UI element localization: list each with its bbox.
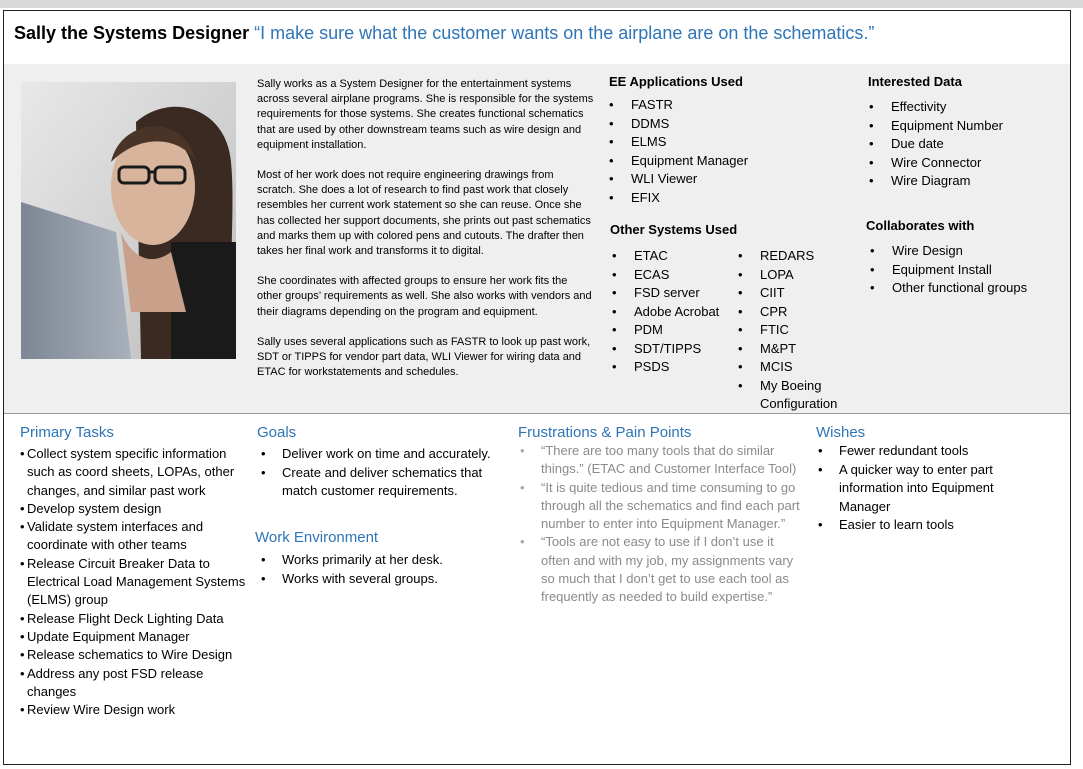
list-item: “It is quite tedious and time consuming … (518, 479, 803, 534)
list-item: REDARS (737, 247, 837, 266)
bio-paragraph: She coordinates with affected groups to … (257, 275, 592, 318)
primary-tasks-list: Collect system specific information such… (20, 445, 248, 720)
persona-title: Sally the Systems Designer “I make sure … (14, 22, 874, 44)
list-item: FSD server (611, 284, 719, 303)
persona-name: Sally the Systems Designer (14, 23, 250, 43)
top-strip (0, 0, 1083, 8)
list-item: Equipment Number (868, 117, 1003, 136)
persona-bio: Sally works as a System Designer for the… (257, 77, 595, 395)
list-item: A quicker way to enter part information … (814, 461, 1029, 517)
list-item: FTIC (737, 321, 837, 340)
other-systems-heading: Other Systems Used (610, 222, 738, 237)
bio-paragraph: Sally works as a System Designer for the… (257, 78, 594, 151)
list-item: “There are too many tools that do simila… (518, 442, 803, 479)
bio-paragraph: Most of her work does not require engine… (257, 169, 591, 258)
list-item: ELMS (608, 133, 748, 152)
list-item: CPR (737, 303, 837, 322)
list-item: EFIX (608, 189, 748, 208)
list-item: PDM (611, 321, 719, 340)
list-item: Collect system specific information such… (20, 445, 248, 500)
list-item-continued: Configuration (760, 396, 838, 411)
ee-apps-heading: EE Applications Used (609, 74, 743, 89)
list-item: CIIT (737, 284, 837, 303)
list-item: Deliver work on time and accurately. (257, 445, 507, 464)
list-item: Review Wire Design work (20, 701, 248, 720)
list-item: Works with several groups. (257, 570, 507, 589)
frustrations-list: “There are too many tools that do simila… (518, 442, 803, 607)
other-systems-list-col1: ETAC ECAS FSD server Adobe Acrobat PDM S… (611, 247, 719, 377)
list-item: Validate system interfaces and coordinat… (20, 518, 248, 555)
list-item: Release Flight Deck Lighting Data (20, 610, 248, 629)
interested-data-heading: Interested Data (868, 74, 962, 89)
list-item: DDMS (608, 115, 748, 134)
bio-paragraph: Sally uses several applications such as … (257, 335, 591, 379)
list-item: SDT/TIPPS (611, 340, 719, 359)
list-item: Other functional groups (869, 279, 1027, 298)
frustrations-heading: Frustrations & Pain Points (518, 424, 692, 441)
list-item: Adobe Acrobat (611, 303, 719, 322)
list-item: Wire Design (869, 242, 1027, 261)
list-item: PSDS (611, 358, 719, 377)
list-item: Wire Diagram (868, 172, 1003, 191)
list-item: Wire Connector (868, 154, 1003, 173)
goals-heading: Goals (257, 424, 297, 441)
list-item: M&PT (737, 340, 837, 359)
work-environment-heading: Work Environment (255, 529, 379, 546)
collaborates-list: Wire Design Equipment Install Other func… (869, 242, 1027, 298)
list-item: Works primarily at her desk. (257, 551, 507, 570)
ee-apps-list: FASTR DDMS ELMS Equipment Manager WLI Vi… (608, 96, 748, 207)
other-systems-list-col2: REDARS LOPA CIIT CPR FTIC M&PT MCIS My B… (737, 247, 837, 414)
list-item: Develop system design (20, 500, 248, 519)
list-item: WLI Viewer (608, 170, 748, 189)
wishes-heading: Wishes (816, 424, 866, 441)
primary-tasks-heading: Primary Tasks (20, 424, 114, 441)
persona-quote: “I make sure what the customer wants on … (254, 23, 875, 43)
list-item: My Boeing (737, 377, 837, 396)
list-item: Address any post FSD release changes (20, 665, 248, 702)
work-environment-list: Works primarily at her desk. Works with … (257, 551, 507, 588)
list-item: Equipment Install (869, 261, 1027, 280)
list-item: Easier to learn tools (814, 516, 1029, 535)
list-item: Update Equipment Manager (20, 628, 248, 647)
list-item: Release schematics to Wire Design (20, 646, 248, 665)
list-item: Equipment Manager (608, 152, 748, 171)
list-item: Effectivity (868, 98, 1003, 117)
interested-data-list: Effectivity Equipment Number Due date Wi… (868, 98, 1003, 191)
list-item: Release Circuit Breaker Data to Electric… (20, 555, 248, 610)
list-item: ETAC (611, 247, 719, 266)
list-item: Due date (868, 135, 1003, 154)
wishes-list: Fewer redundant tools A quicker way to e… (814, 442, 1029, 535)
woman-portrait-image (21, 82, 236, 359)
list-item: LOPA (737, 266, 837, 285)
collaborates-heading: Collaborates with (866, 218, 975, 233)
list-item: ECAS (611, 266, 719, 285)
goals-list: Deliver work on time and accurately. Cre… (257, 445, 507, 501)
list-item: FASTR (608, 96, 748, 115)
list-item: “Tools are not easy to use if I don’t us… (518, 533, 803, 606)
list-item: MCIS (737, 358, 837, 377)
list-item: Create and deliver schematics that match… (257, 464, 507, 501)
persona-photo (21, 82, 236, 359)
list-item: Fewer redundant tools (814, 442, 1029, 461)
